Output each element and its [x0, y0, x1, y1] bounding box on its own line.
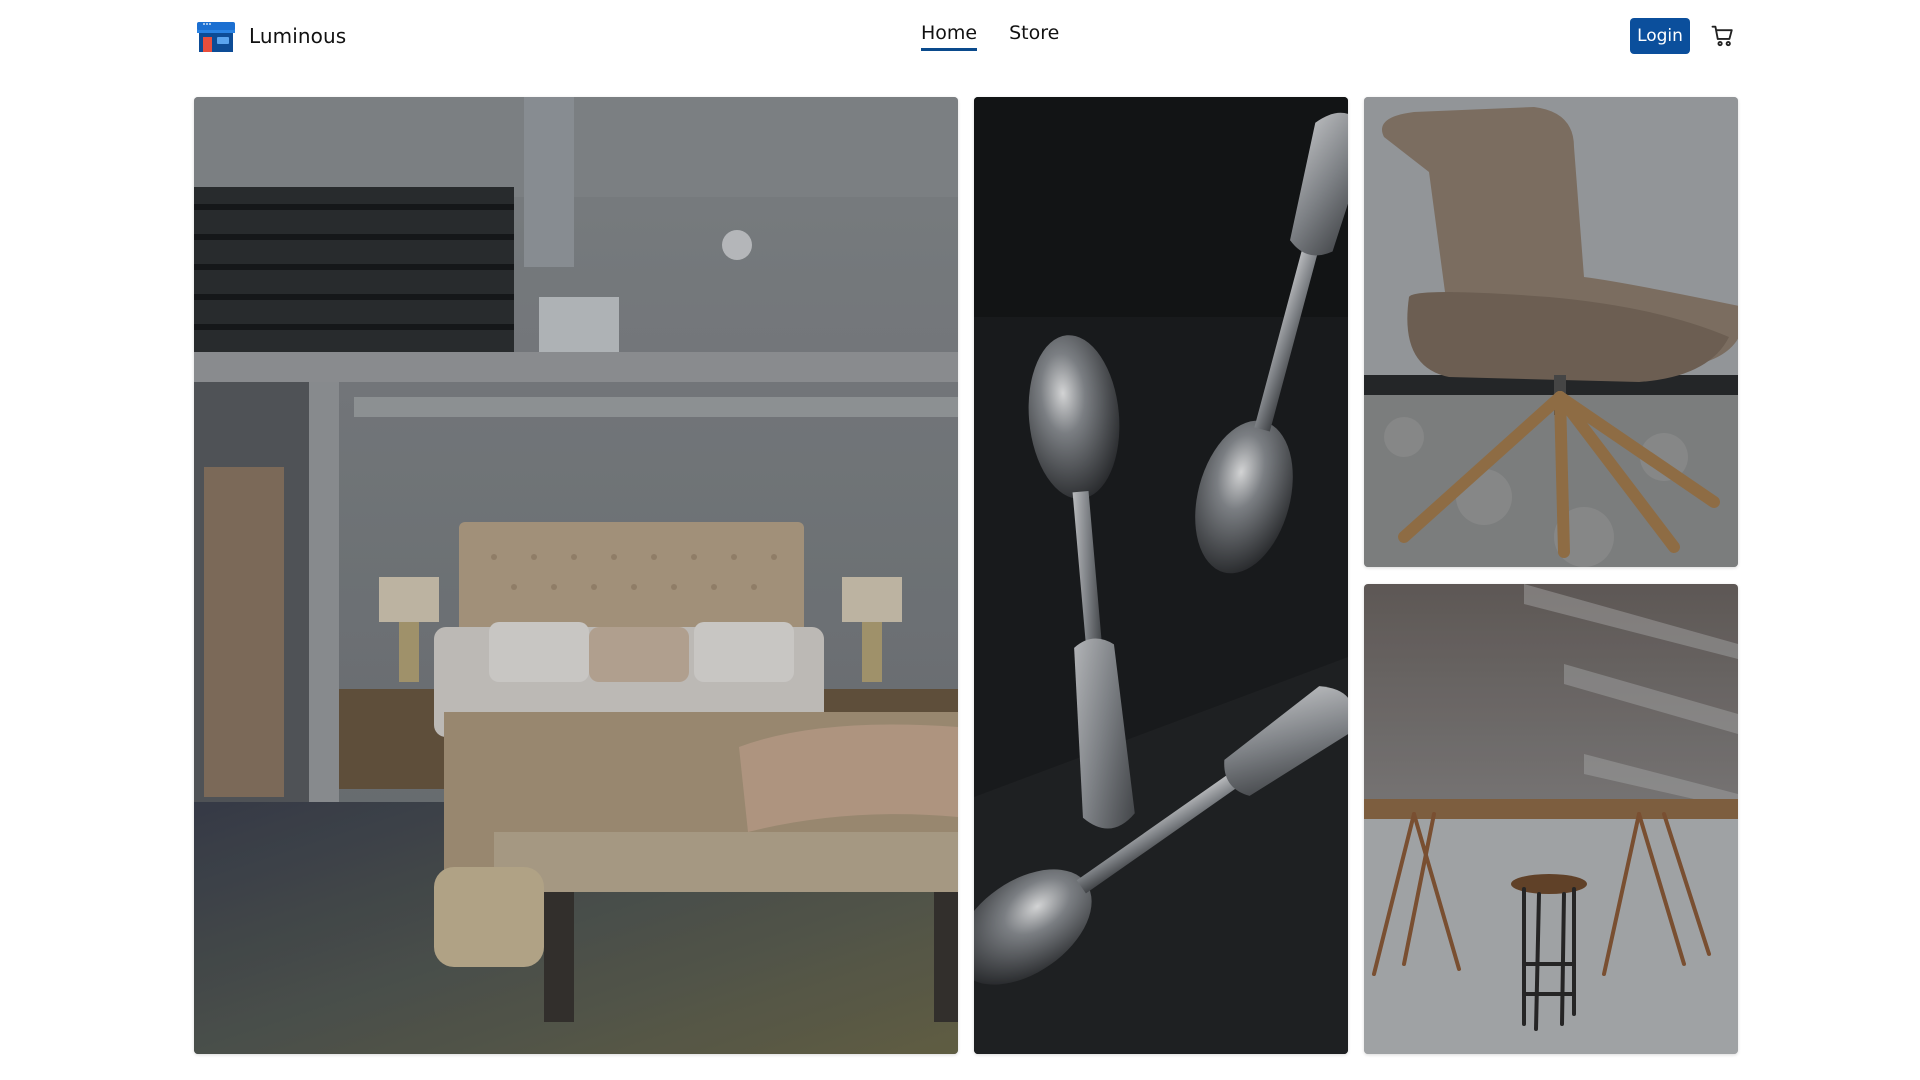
brand-name: Luminous: [249, 24, 347, 48]
main-nav: Home Store: [921, 22, 1059, 51]
table-image: [1364, 584, 1738, 1054]
bedroom-image: [194, 97, 958, 1054]
spoons-image: [974, 97, 1348, 1054]
gallery-tile-spoons[interactable]: [974, 97, 1348, 1054]
shopping-cart-icon[interactable]: [1709, 22, 1737, 50]
top-navigation-bar: Luminous Home Store Login: [0, 0, 1920, 72]
gallery-tile-chair[interactable]: [1364, 97, 1738, 567]
storefront-icon: [197, 22, 235, 52]
nav-link-home[interactable]: Home: [921, 22, 978, 51]
chair-image: [1364, 97, 1738, 567]
brand-logo[interactable]: Luminous: [195, 18, 346, 54]
nav-link-store[interactable]: Store: [1009, 22, 1059, 51]
gallery-tile-table[interactable]: [1364, 584, 1738, 1054]
login-button[interactable]: Login: [1630, 18, 1690, 54]
gallery-tile-bedroom[interactable]: [194, 97, 958, 1054]
